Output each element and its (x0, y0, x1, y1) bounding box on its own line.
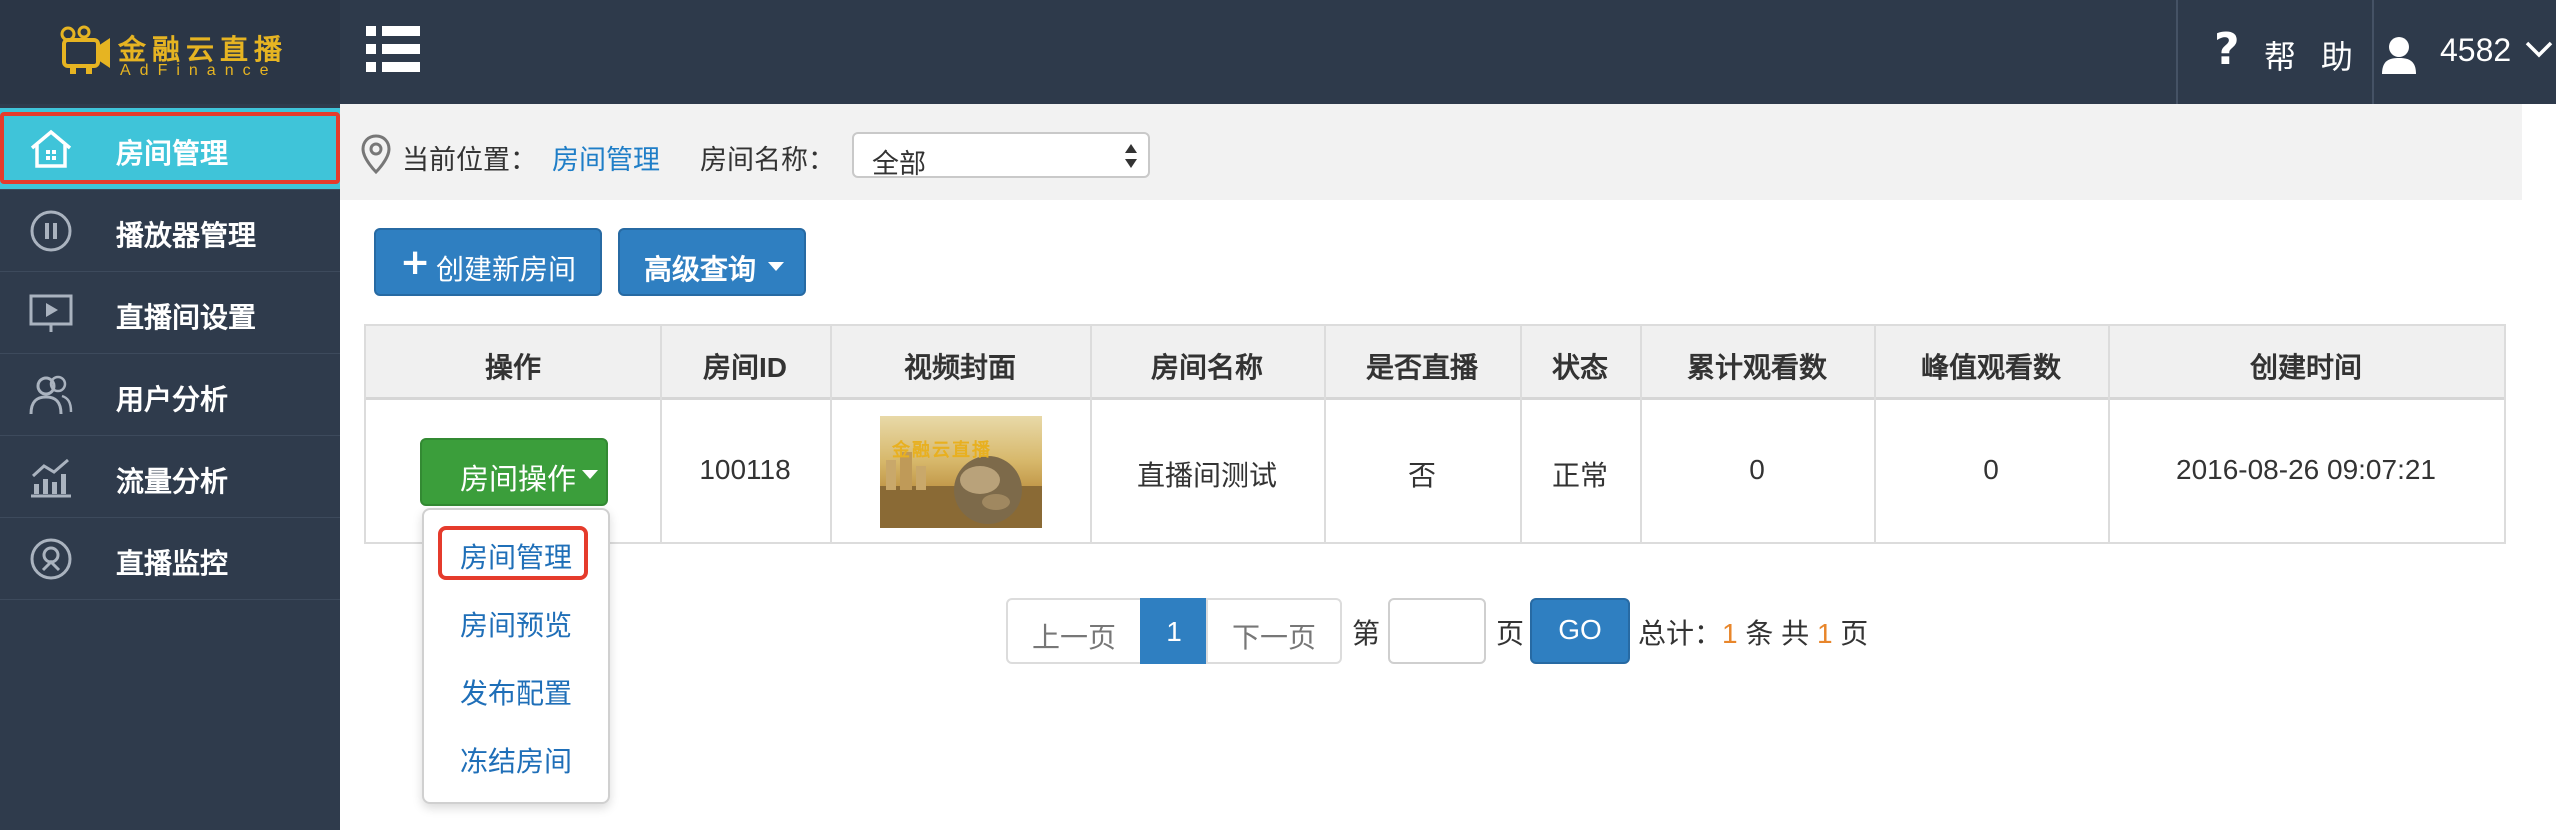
prev-page-button[interactable]: 上一页 (1006, 598, 1142, 664)
go-label: GO (1558, 614, 1602, 645)
sidebar-item-player-management[interactable]: 播放器管理 (0, 190, 340, 272)
advanced-search-button[interactable]: 高级查询 (618, 228, 806, 296)
jump-suffix: 页 (1496, 618, 1525, 649)
breadcrumb-bar (340, 104, 2522, 200)
home-icon (30, 129, 72, 168)
total-summary: 总计：1 条 共 1 页 (1638, 612, 1868, 652)
sidebar-item-label: 直播监控 (116, 548, 229, 579)
column-header-room-id: 房间ID (702, 352, 787, 383)
page-1-button[interactable]: 1 (1140, 598, 1208, 664)
sidebar-item-label: 流量分析 (116, 466, 229, 497)
next-page-button[interactable]: 下一页 (1206, 598, 1342, 664)
user-name[interactable]: 4582 (2440, 32, 2511, 69)
create-room-label: 创建新房间 (436, 254, 577, 285)
room-actions-button[interactable]: 房间操作 (420, 438, 608, 506)
advanced-search-label: 高级查询 (644, 254, 757, 285)
column-header-room-name: 房间名称 (1150, 352, 1263, 383)
column-divider (2108, 326, 2110, 542)
camera-logo-icon (60, 25, 110, 74)
video-cover-thumbnail[interactable]: 金融云直播 (880, 416, 1042, 528)
column-divider (660, 326, 662, 542)
column-divider (1874, 326, 1876, 542)
breadcrumb-label: 当前位置： (402, 145, 537, 175)
page-number: 1 (1166, 616, 1182, 647)
dropdown-item-freeze-room[interactable]: 冻结房间 (424, 740, 608, 780)
room-actions-label: 房间操作 (460, 464, 577, 496)
next-page-label: 下一页 (1231, 622, 1316, 653)
room-actions-dropdown: 房间管理 房间预览 发布配置 冻结房间 (422, 508, 610, 804)
user-icon (2382, 37, 2416, 74)
column-header-status: 状态 (1551, 352, 1608, 383)
sidebar-item-room-management[interactable]: 房间管理 (0, 108, 340, 190)
brand-name-en: AdFinance (120, 62, 278, 79)
column-header-total-views: 累计观看数 (1686, 352, 1827, 383)
column-divider (1324, 326, 1326, 542)
total-suffix: 页 (1832, 618, 1869, 649)
sidebar-item-label: 房间管理 (116, 138, 229, 169)
dropdown-item-publish-config[interactable]: 发布配置 (424, 672, 608, 712)
select-arrows-icon (1125, 144, 1137, 168)
jump-prefix: 第 (1352, 618, 1381, 649)
room-name-select[interactable]: 全部 (852, 132, 1150, 179)
pause-circle-icon (30, 210, 72, 252)
sidebar-item-traffic-analysis[interactable]: 流量分析 (0, 436, 340, 518)
total-count: 1 (1722, 618, 1738, 649)
created-at-cell: 2016-08-26 09:07:21 (2176, 454, 2436, 485)
breadcrumb-current-link[interactable]: 房间管理 (552, 138, 660, 177)
users-icon (29, 375, 73, 415)
menu-list-icon[interactable] (366, 24, 420, 74)
help-button[interactable]: ? 帮 助 (2176, 0, 2374, 104)
column-header-actions: 操作 (484, 352, 541, 383)
cover-globe-image (880, 452, 1042, 528)
create-room-button[interactable]: + 创建新房间 (374, 228, 602, 296)
location-pin-icon (361, 134, 391, 174)
rooms-table: 操作 房间ID 视频封面 房间名称 是否直播 状态 累计观看数 峰值观看数 创建… (364, 324, 2506, 544)
caret-down-icon (768, 262, 784, 271)
brand-logo[interactable]: 金融云直播 AdFinance (0, 0, 340, 104)
sidebar-item-label: 用户分析 (116, 384, 229, 415)
column-divider (1520, 326, 1522, 542)
room-name-filter-label: 房间名称： (700, 145, 835, 175)
cover-text: 金融云直播 (892, 440, 992, 460)
sidebar-item-label: 直播间设置 (116, 302, 257, 333)
dropdown-item-room-management[interactable]: 房间管理 (424, 536, 608, 576)
column-header-peak-views: 峰值观看数 (1920, 352, 2061, 383)
column-header-created-at: 创建时间 (2249, 352, 2362, 383)
plus-icon: + (400, 242, 431, 283)
bar-chart-icon (31, 458, 71, 498)
sidebar-item-label: 播放器管理 (116, 220, 257, 251)
room-name-cell: 直播间测试 (1136, 460, 1277, 491)
column-divider (1640, 326, 1642, 542)
total-views-cell: 0 (1749, 454, 1765, 485)
monitor-target-icon (30, 538, 72, 580)
help-label: 帮 助 (2264, 39, 2361, 75)
prev-page-label: 上一页 (1031, 622, 1116, 653)
column-divider (830, 326, 832, 542)
monitor-play-icon (29, 294, 73, 332)
column-header-cover: 视频封面 (903, 352, 1016, 383)
is-live-cell: 否 (1407, 460, 1436, 491)
table-header: 操作 房间ID 视频封面 房间名称 是否直播 状态 累计观看数 峰值观看数 创建… (366, 326, 2504, 400)
column-header-is-live: 是否直播 (1365, 352, 1478, 383)
total-pages: 1 (1816, 618, 1833, 649)
total-prefix: 总计： (1638, 618, 1723, 649)
dropdown-item-room-preview[interactable]: 房间预览 (424, 604, 608, 644)
sidebar-item-live-monitoring[interactable]: 直播监控 (0, 518, 340, 600)
room-id-cell: 100118 (699, 454, 791, 485)
sidebar-item-user-analysis[interactable]: 用户分析 (0, 354, 340, 436)
go-button[interactable]: GO (1530, 598, 1630, 664)
peak-views-cell: 0 (1983, 454, 1999, 485)
sidebar-item-live-room-settings[interactable]: 直播间设置 (0, 272, 340, 354)
question-icon: ? (2214, 24, 2240, 75)
page-jump-input[interactable] (1388, 598, 1486, 664)
total-mid: 条 共 (1737, 618, 1817, 649)
column-divider (1090, 326, 1092, 542)
room-name-select-value: 全部 (872, 149, 926, 179)
chevron-down-icon[interactable] (2524, 38, 2554, 60)
caret-down-icon (582, 470, 598, 479)
status-cell: 正常 (1551, 460, 1608, 491)
sidebar: 房间管理 播放器管理 直播间设置 用户分析 流量分析 直播监控 (0, 104, 340, 830)
